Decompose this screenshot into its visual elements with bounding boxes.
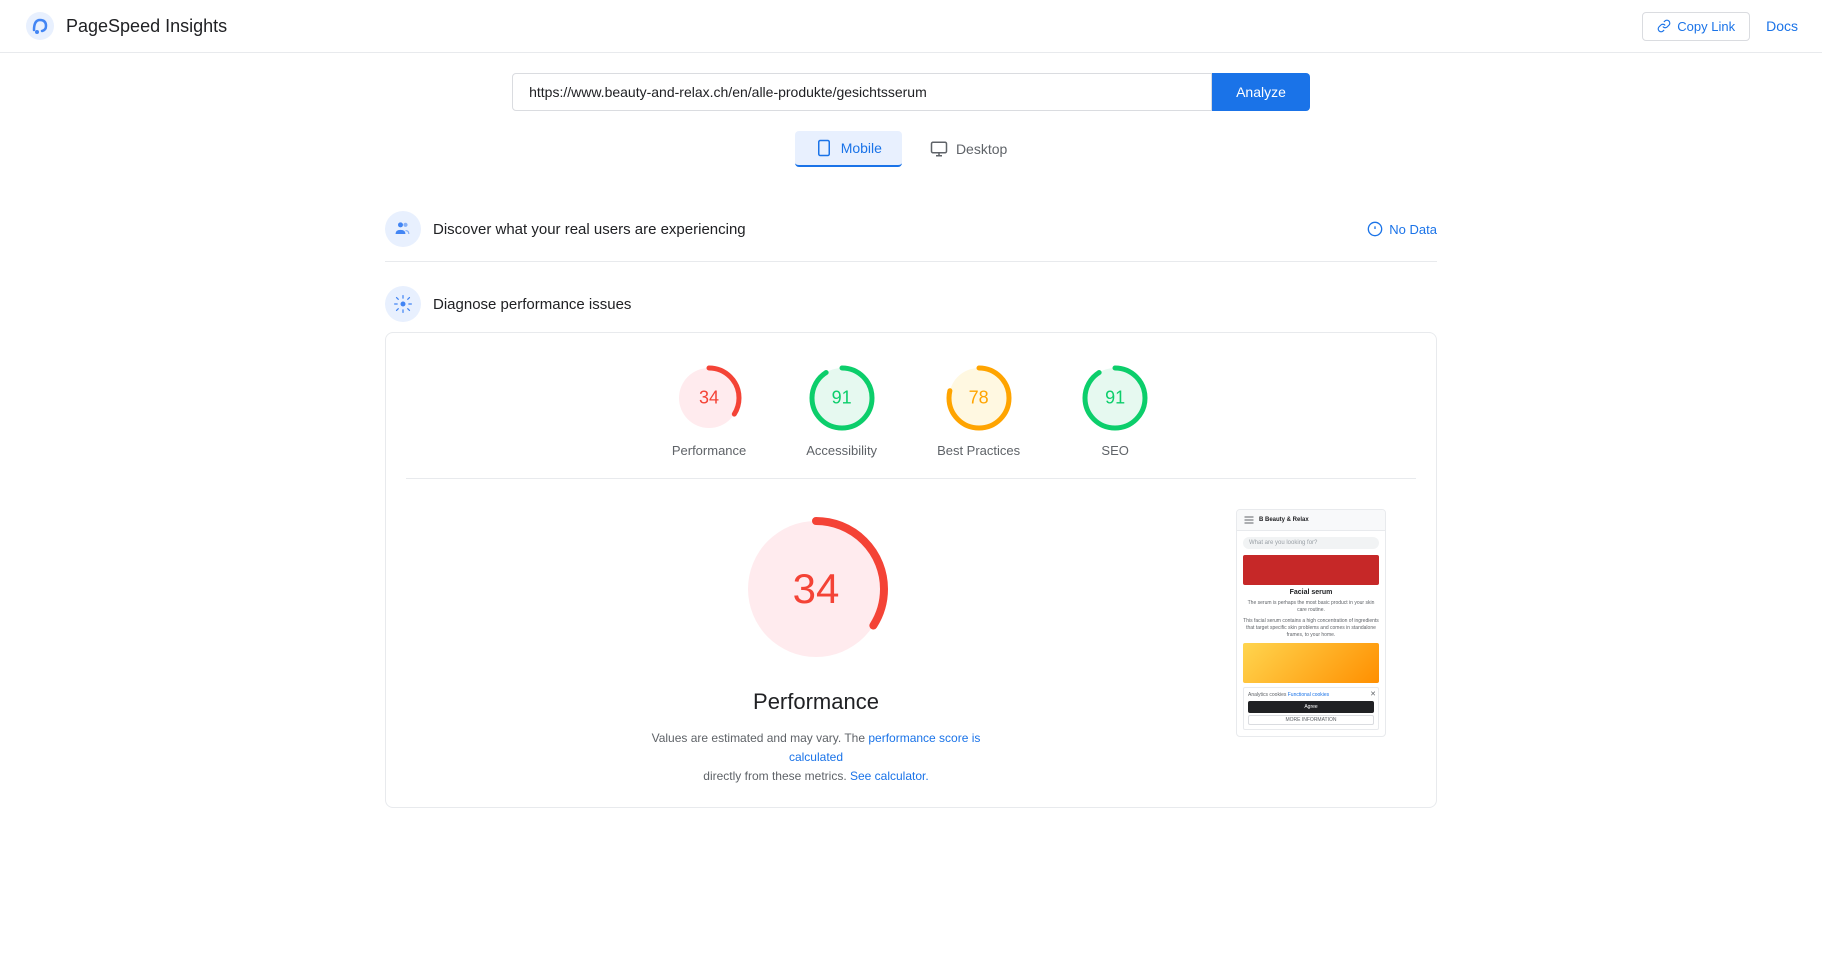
no-data-label: No Data	[1389, 222, 1437, 237]
gear-icon	[393, 294, 413, 314]
seo-circle: 91	[1080, 363, 1150, 433]
performance-calc-link[interactable]: See calculator.	[850, 769, 929, 783]
mockup-product-title: Facial serum	[1243, 589, 1379, 596]
performance-score: 34	[699, 388, 719, 409]
mockup-content: What are you looking for? Facial serum T…	[1237, 531, 1385, 736]
mockup-more-info-button[interactable]: MORE INFORMATION	[1248, 715, 1374, 725]
accessibility-circle: 91	[807, 363, 877, 433]
scores-divider	[406, 478, 1416, 479]
mobile-icon	[815, 139, 833, 157]
app-title: PageSpeed Insights	[66, 16, 227, 37]
diagnose-icon	[385, 286, 421, 322]
best-practices-circle: 78	[944, 363, 1014, 433]
mockup-cookie-overlay: ✕ Analytics cookies Functional cookies A…	[1243, 687, 1379, 730]
mockup-header: B Beauty & Relax	[1237, 510, 1385, 531]
main-content: Analyze Mobile Desktop	[361, 53, 1461, 828]
screenshot-panel: B Beauty & Relax What are you looking fo…	[1236, 509, 1396, 787]
best-practices-score: 78	[969, 388, 989, 409]
big-performance-score: 34	[793, 565, 840, 613]
url-input[interactable]	[512, 73, 1212, 111]
performance-circle: 34	[674, 363, 744, 433]
no-data-badge: No Data	[1367, 221, 1437, 237]
accessibility-label: Accessibility	[806, 443, 877, 458]
link-icon	[1657, 19, 1671, 33]
tab-mobile[interactable]: Mobile	[795, 131, 902, 167]
mockup-close-icon: ✕	[1370, 690, 1376, 698]
discover-icon	[385, 211, 421, 247]
discover-left: Discover what your real users are experi…	[385, 211, 746, 247]
header: PageSpeed Insights Copy Link Docs	[0, 0, 1822, 53]
device-tabs: Mobile Desktop	[385, 131, 1437, 167]
analyze-button[interactable]: Analyze	[1212, 73, 1310, 111]
mockup-menu-icon	[1243, 514, 1255, 526]
best-practices-label: Best Practices	[937, 443, 1020, 458]
tab-desktop-label: Desktop	[956, 141, 1007, 157]
performance-desc-text: Values are estimated and may vary. The	[652, 731, 869, 745]
performance-label: Performance	[672, 443, 746, 458]
seo-label: SEO	[1101, 443, 1128, 458]
mockup-banner	[1243, 555, 1379, 585]
bottom-section: 34 Performance Values are estimated and …	[406, 509, 1416, 787]
diagnose-section: Diagnose performance issues	[385, 272, 1437, 332]
score-best-practices[interactable]: 78 Best Practices	[937, 363, 1020, 458]
mockup-product-desc: The serum is perhaps the most basic prod…	[1243, 600, 1379, 614]
performance-desc-line2: directly from these metrics.	[703, 769, 850, 783]
performance-detail: 34 Performance Values are estimated and …	[426, 509, 1206, 787]
psi-logo-icon	[24, 10, 56, 42]
performance-desc: Values are estimated and may vary. The p…	[636, 729, 996, 787]
mockup-cookie-title: Analytics cookies Functional cookies	[1248, 692, 1374, 698]
header-right: Copy Link Docs	[1642, 12, 1798, 41]
copy-link-label: Copy Link	[1677, 19, 1735, 34]
accessibility-score: 91	[832, 388, 852, 409]
desktop-icon	[930, 140, 948, 158]
big-performance-circle: 34	[736, 509, 896, 669]
score-seo[interactable]: 91 SEO	[1080, 363, 1150, 458]
mockup-search-text: What are you looking for?	[1249, 540, 1317, 546]
scores-card: 34 Performance 91 Accessibility	[385, 332, 1437, 808]
score-accessibility[interactable]: 91 Accessibility	[806, 363, 877, 458]
site-screenshot: B Beauty & Relax What are you looking fo…	[1236, 509, 1386, 737]
copy-link-button[interactable]: Copy Link	[1642, 12, 1750, 41]
performance-detail-title: Performance	[753, 689, 879, 715]
docs-link[interactable]: Docs	[1766, 18, 1798, 34]
url-bar-row: Analyze	[385, 73, 1437, 111]
users-icon	[393, 219, 413, 239]
discover-title: Discover what your real users are experi…	[433, 221, 746, 238]
seo-score: 91	[1105, 388, 1125, 409]
mockup-agree-button[interactable]: Agree	[1248, 701, 1374, 713]
mockup-product-desc2: This facial serum contains a high concen…	[1243, 618, 1379, 639]
mockup-search-bar: What are you looking for?	[1243, 537, 1379, 549]
tab-desktop[interactable]: Desktop	[910, 131, 1027, 167]
discover-section: Discover what your real users are experi…	[385, 197, 1437, 262]
tab-mobile-label: Mobile	[841, 140, 882, 156]
scores-row: 34 Performance 91 Accessibility	[406, 363, 1416, 458]
info-icon	[1367, 221, 1383, 237]
mockup-logo-text: B Beauty & Relax	[1259, 517, 1309, 523]
diagnose-title: Diagnose performance issues	[433, 296, 631, 313]
mockup-product-image	[1243, 643, 1379, 683]
score-performance[interactable]: 34 Performance	[672, 363, 746, 458]
header-left: PageSpeed Insights	[24, 10, 227, 42]
